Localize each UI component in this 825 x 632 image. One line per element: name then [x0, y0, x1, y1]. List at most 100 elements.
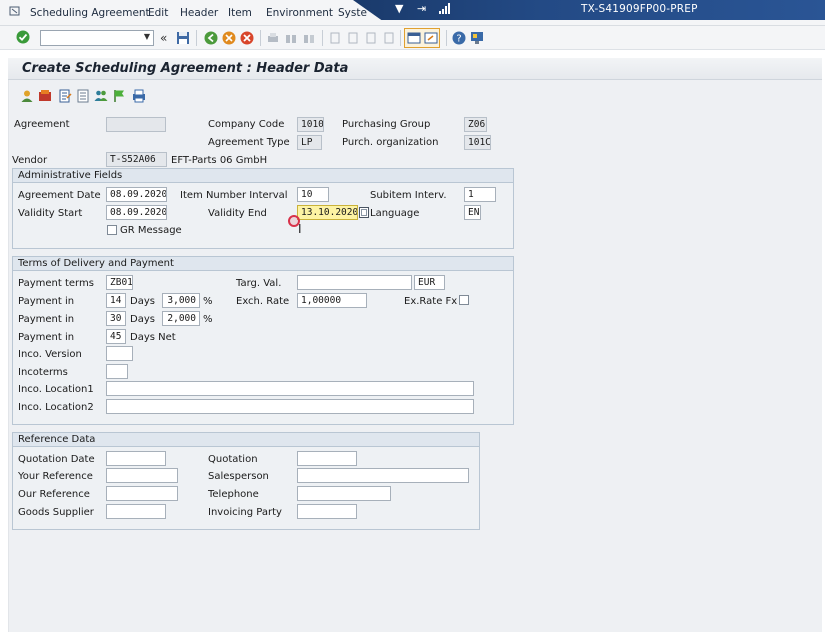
application-toolbar — [8, 83, 822, 105]
find-icon[interactable] — [284, 31, 298, 45]
cancel-icon[interactable] — [240, 31, 254, 45]
text-cursor-icon: I — [298, 222, 302, 236]
header-details-icon[interactable] — [38, 89, 52, 103]
your-reference-field[interactable] — [106, 468, 178, 483]
quotation-label: Quotation — [208, 454, 258, 465]
our-reference-field[interactable] — [106, 486, 178, 501]
agreement-type-field[interactable]: LP — [297, 135, 322, 150]
menu-edit[interactable]: Edit — [148, 7, 168, 19]
invoicing-party-field[interactable] — [297, 504, 357, 519]
payment-percent-field-1[interactable]: 3,000 — [162, 293, 200, 308]
flag-icon[interactable] — [112, 89, 126, 103]
vendor-label: Vendor — [12, 155, 48, 166]
back-icon[interactable] — [204, 31, 218, 45]
incoterms-field[interactable] — [106, 364, 128, 379]
percent-label-2: % — [203, 314, 213, 325]
svg-text:?: ? — [456, 34, 461, 45]
subitem-interv-label: Subitem Interv. — [370, 190, 447, 201]
quotation-date-label: Quotation Date — [18, 454, 95, 465]
payment-days-field-2[interactable]: 30 — [106, 311, 126, 326]
item-number-interval-field[interactable]: 10 — [297, 187, 329, 202]
collapse-icon[interactable]: « — [160, 31, 167, 45]
agreement-date-label: Agreement Date — [18, 190, 101, 201]
payment-days-field-1[interactable]: 14 — [106, 293, 126, 308]
inco-location1-field[interactable] — [106, 381, 474, 396]
percent-label-1: % — [203, 296, 213, 307]
company-code-field[interactable]: 1010 — [297, 117, 324, 132]
targ-val-label: Targ. Val. — [236, 278, 282, 289]
menu-header[interactable]: Header — [180, 7, 218, 19]
exch-rate-field[interactable]: 1,00000 — [297, 293, 367, 308]
quotation-field[interactable] — [297, 451, 357, 466]
inco-location2-field[interactable] — [106, 399, 474, 414]
menu-scheduling-agreement[interactable]: Scheduling Agreement — [30, 7, 150, 19]
purch-org-label: Purch. organization — [342, 137, 439, 148]
page-title-bar: Create Scheduling Agreement : Header Dat… — [8, 58, 822, 80]
purchasing-group-field[interactable]: Z06 — [464, 117, 487, 132]
currency-field[interactable]: EUR — [414, 275, 445, 290]
language-label: Language — [370, 208, 420, 219]
vendor-field[interactable]: T-S52A06 — [106, 152, 167, 167]
subitem-interv-field[interactable]: 1 — [464, 187, 496, 202]
exrate-fx-label: Ex.Rate Fx — [404, 296, 458, 307]
purch-org-field[interactable]: 101C — [464, 135, 491, 150]
enter-check-icon[interactable] — [16, 30, 30, 44]
pin-icon[interactable]: ⇥ — [417, 2, 426, 15]
calendar-icon[interactable] — [359, 206, 370, 219]
new-session-icon[interactable] — [407, 31, 421, 45]
exrate-fx-checkbox[interactable] — [459, 295, 469, 305]
quotation-date-field[interactable] — [106, 451, 166, 466]
validity-end-label: Validity End — [208, 208, 267, 219]
first-page-icon[interactable] — [328, 31, 342, 45]
shortcut-icon[interactable] — [424, 31, 438, 45]
customize-layout-icon[interactable] — [470, 31, 484, 45]
texts-icon[interactable] — [58, 89, 72, 103]
system-title-strip: ▼ ⇥ TX-S41909FP00-PREP — [353, 0, 825, 20]
previous-page-icon[interactable] — [346, 31, 360, 45]
agreement-date-field[interactable]: 08.09.2020 — [106, 187, 167, 202]
payment-terms-field[interactable]: ZB01 — [106, 275, 133, 290]
signal-icon — [439, 3, 450, 14]
goods-supplier-field[interactable] — [106, 504, 166, 519]
document-icon[interactable] — [76, 89, 90, 103]
chevron-down-icon[interactable]: ▼ — [144, 32, 150, 41]
agreement-type-label: Agreement Type — [208, 137, 290, 148]
find-next-icon[interactable] — [302, 31, 316, 45]
language-field[interactable]: EN — [464, 205, 481, 220]
validity-end-field[interactable]: 13.10.2020 — [297, 205, 358, 220]
dropdown-icon[interactable]: ▼ — [395, 2, 403, 15]
targ-val-field[interactable] — [297, 275, 412, 290]
goods-supplier-label: Goods Supplier — [18, 507, 94, 518]
telephone-field[interactable] — [297, 486, 391, 501]
exit-icon[interactable] — [222, 31, 236, 45]
payment-days-field-3[interactable]: 45 — [106, 329, 126, 344]
menu-item[interactable]: Item — [228, 7, 252, 19]
command-field[interactable]: ▼ — [40, 30, 154, 46]
days-label-2: Days — [130, 314, 155, 325]
page-title: Create Scheduling Agreement : Header Dat… — [22, 61, 349, 76]
inco-version-label: Inco. Version — [18, 349, 82, 360]
save-icon[interactable] — [176, 31, 190, 45]
last-page-icon[interactable] — [382, 31, 396, 45]
menu-system[interactable]: Syste — [338, 7, 367, 19]
salesperson-field[interactable] — [297, 468, 469, 483]
next-page-icon[interactable] — [364, 31, 378, 45]
payment-terms-label: Payment terms — [18, 278, 94, 289]
partners-icon[interactable] — [94, 89, 108, 103]
purchasing-group-label: Purchasing Group — [342, 119, 431, 130]
print-preview-icon[interactable] — [132, 89, 146, 103]
agreement-field[interactable] — [106, 117, 166, 132]
terms-of-delivery-title: Terms of Delivery and Payment — [13, 257, 513, 271]
system-menu-icon[interactable] — [9, 5, 21, 17]
help-icon[interactable]: ? — [452, 31, 466, 45]
payment-in-label-2: Payment in — [18, 314, 75, 325]
validity-start-field[interactable]: 08.09.2020 — [106, 205, 167, 220]
payment-percent-field-2[interactable]: 2,000 — [162, 311, 200, 326]
gr-message-checkbox[interactable] — [107, 225, 117, 235]
vendor-icon[interactable] — [20, 89, 34, 103]
our-reference-label: Our Reference — [18, 489, 90, 500]
print-icon[interactable] — [266, 31, 280, 45]
menu-environment[interactable]: Environment — [266, 7, 333, 19]
inco-version-field[interactable] — [106, 346, 133, 361]
reference-data-title: Reference Data — [13, 433, 479, 447]
